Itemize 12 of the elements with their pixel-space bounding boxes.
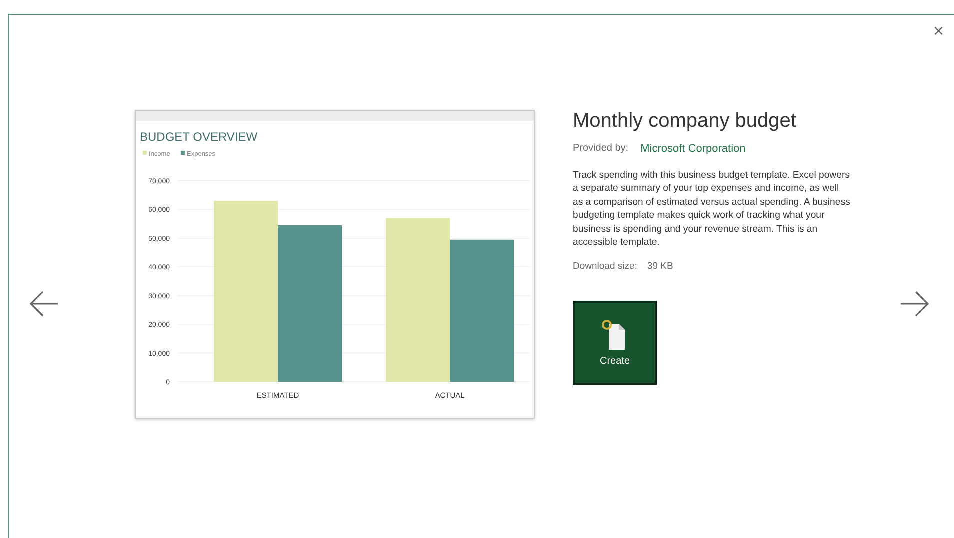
create-button[interactable]: Create	[573, 301, 657, 386]
provider-name: Microsoft Corporation	[640, 143, 746, 155]
download-size-value: 39 KB	[647, 261, 674, 272]
template-description: Track spending with this business budget template. Excel powers a separate summary of your top expenses and income, as well as a comparison of estimated versus actual spending. A business budgeting template makes quick work of tracking what your business is spending and your revenue stream. This is an accessible template.	[573, 169, 851, 250]
provider-label: Provided by:	[573, 143, 629, 155]
template-title: Monthly company budget	[573, 110, 798, 133]
chart-title: BUDGET OVERVIEW	[140, 130, 258, 144]
download-size-label: Download size:	[573, 261, 638, 272]
close-button[interactable]: ×	[929, 21, 948, 42]
new-document-icon	[602, 320, 628, 352]
previous-arrow-icon[interactable]	[28, 290, 60, 318]
next-arrow-icon[interactable]	[899, 290, 931, 318]
